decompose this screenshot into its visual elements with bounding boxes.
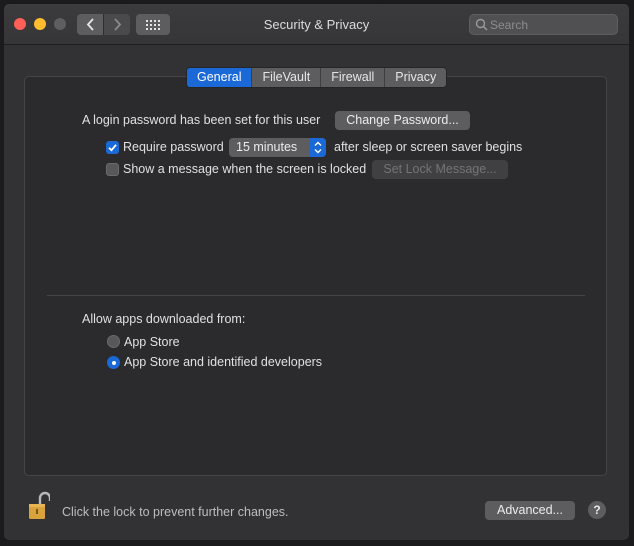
tab-general[interactable]: General (187, 68, 252, 87)
radio-app-store-identified-label: App Store and identified developers (124, 355, 323, 369)
tab-firewall[interactable]: Firewall (320, 68, 384, 87)
tab-bar: General FileVault Firewall Privacy (186, 67, 448, 88)
checkmark-icon (108, 144, 117, 152)
title-bar: Security & Privacy (4, 4, 629, 45)
general-panel (24, 76, 607, 476)
help-button[interactable]: ? (588, 501, 606, 519)
password-interval-value: 15 minutes (236, 140, 298, 154)
search-icon (475, 18, 488, 31)
require-password-suffix: after sleep or screen saver begins (334, 140, 523, 154)
lock-button[interactable] (28, 491, 52, 521)
require-password-label: Require password (123, 140, 224, 154)
set-lock-message-button[interactable]: Set Lock Message... (372, 160, 508, 179)
tab-filevault[interactable]: FileVault (251, 68, 320, 87)
radio-app-store-identified[interactable] (107, 356, 120, 369)
show-message-label: Show a message when the screen is locked (123, 162, 367, 176)
show-message-checkbox[interactable] (106, 163, 119, 176)
tab-privacy[interactable]: Privacy (384, 68, 446, 87)
section-divider (47, 295, 585, 296)
change-password-button[interactable]: Change Password... (335, 111, 470, 130)
radio-app-store[interactable] (107, 335, 120, 348)
password-interval-select[interactable]: 15 minutes (229, 138, 326, 157)
lock-status-text: Click the lock to prevent further change… (62, 505, 289, 519)
search-input[interactable] (490, 15, 613, 34)
lock-open-icon (29, 491, 52, 519)
search-field[interactable] (469, 14, 618, 35)
radio-app-store-label: App Store (124, 335, 180, 349)
advanced-button[interactable]: Advanced... (485, 501, 575, 520)
stepper-arrows-icon (310, 138, 326, 157)
login-password-text: A login password has been set for this u… (82, 113, 321, 127)
preferences-window: Security & Privacy General FileVault Fir… (3, 3, 630, 541)
allow-apps-heading: Allow apps downloaded from: (82, 312, 246, 326)
require-password-checkbox[interactable] (106, 141, 119, 154)
